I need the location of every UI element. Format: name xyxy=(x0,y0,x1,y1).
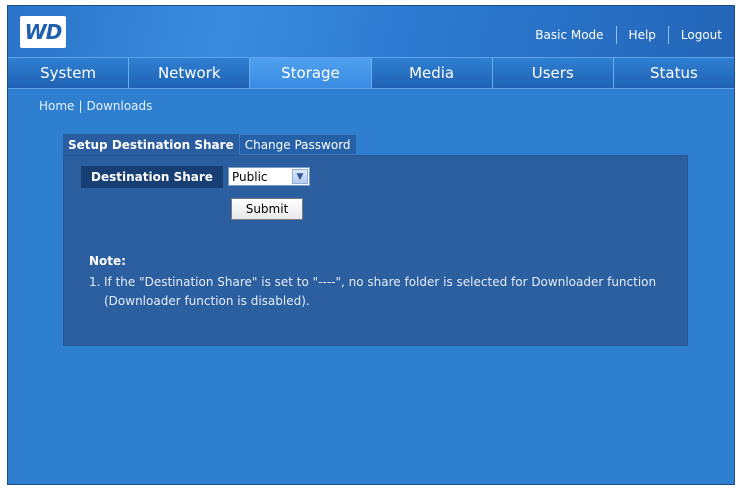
tab-setup-destination-share[interactable]: Setup Destination Share xyxy=(63,134,239,155)
breadcrumb-separator: | xyxy=(78,99,83,113)
chevron-down-icon[interactable]: ▼ xyxy=(292,169,308,184)
tab-status[interactable]: Status xyxy=(614,58,734,88)
help-link[interactable]: Help xyxy=(617,28,668,42)
tab-users[interactable]: Users xyxy=(493,58,614,88)
logo-text: WD xyxy=(24,20,63,44)
note-text: If the "Destination Share" is set to "--… xyxy=(104,275,657,308)
top-links: Basic Mode Help Logout xyxy=(523,26,722,44)
destination-share-value: Public xyxy=(232,169,268,184)
header: WD Basic Mode Help Logout xyxy=(8,6,734,58)
tab-system[interactable]: System xyxy=(8,58,130,88)
basic-mode-link[interactable]: Basic Mode xyxy=(523,28,615,42)
logout-link[interactable]: Logout xyxy=(669,28,722,42)
app-frame: WD Basic Mode Help Logout System Network… xyxy=(7,5,735,485)
submit-button[interactable]: Submit xyxy=(231,198,303,220)
tab-media[interactable]: Media xyxy=(372,58,493,88)
destination-share-select[interactable]: Public ▼ xyxy=(228,167,310,186)
breadcrumb-current: Downloads xyxy=(86,99,153,113)
tab-network[interactable]: Network xyxy=(129,58,251,88)
subtabs: Setup Destination Share Change Password xyxy=(63,134,357,155)
note-title: Note: xyxy=(89,254,126,268)
main-nav: System Network Storage Media Users Statu… xyxy=(8,58,734,89)
tab-storage[interactable]: Storage xyxy=(250,58,372,88)
breadcrumb: Home | Downloads xyxy=(39,99,152,113)
wd-logo[interactable]: WD xyxy=(20,16,66,48)
tab-change-password[interactable]: Change Password xyxy=(238,134,357,155)
note-number: 1. xyxy=(89,275,101,289)
settings-panel: Destination Share Public ▼ Submit Note: … xyxy=(63,155,688,346)
destination-share-label: Destination Share xyxy=(81,166,223,188)
breadcrumb-home[interactable]: Home xyxy=(39,99,74,113)
note-item: 1. If the "Destination Share" is set to … xyxy=(89,273,664,311)
